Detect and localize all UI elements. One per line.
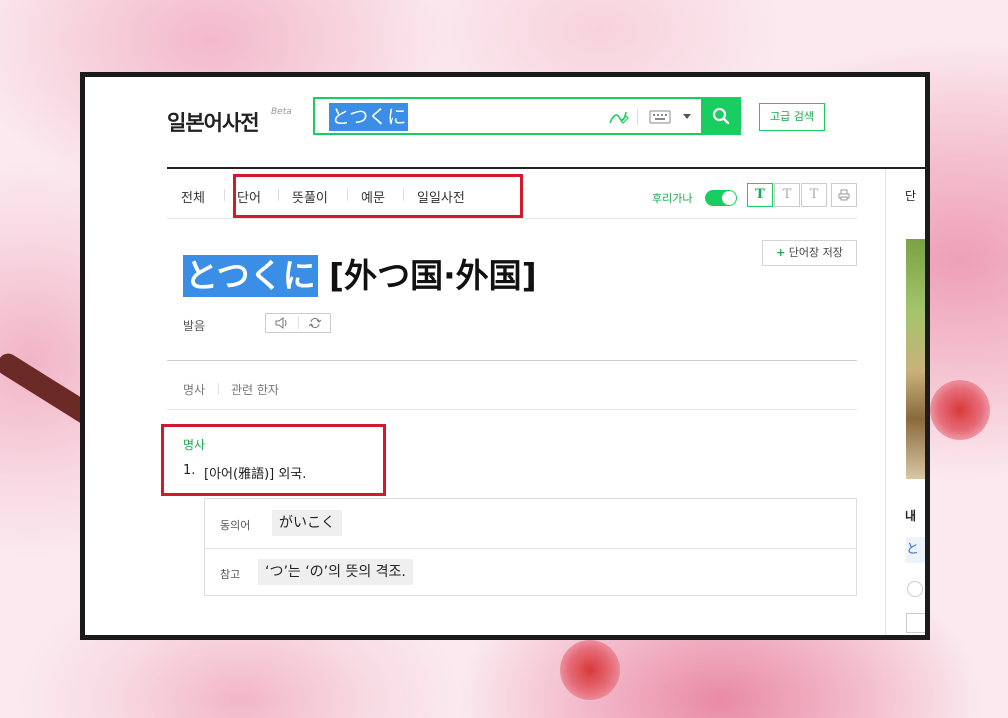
entry-kanji: [外つ国·外国] <box>329 256 537 295</box>
tab-all[interactable]: 전체 <box>181 187 205 206</box>
repeat-icon[interactable] <box>308 317 322 329</box>
definition-annotation-box <box>161 424 386 496</box>
entry-divider <box>167 360 857 361</box>
subnav-noun[interactable]: 명사 <box>183 381 205 398</box>
save-to-wordbook-label: 단어장 저장 <box>788 246 843 259</box>
header-divider <box>167 167 925 169</box>
search-icon <box>712 107 730 125</box>
right-panel-heading: 단 <box>905 189 917 203</box>
right-panel-radio[interactable] <box>907 581 923 597</box>
furigana-label: 후리가나 <box>652 192 693 205</box>
speaker-icon[interactable] <box>275 317 289 329</box>
synonym-chip[interactable]: がいこく <box>272 510 342 536</box>
advanced-search-button[interactable]: 고급 검색 <box>759 103 825 131</box>
column-divider <box>885 169 886 635</box>
blossom-center <box>560 640 620 700</box>
font-size-large-button[interactable]: T <box>801 183 827 207</box>
search-button[interactable] <box>701 97 741 135</box>
subnav-related-kanji[interactable]: 관련 한자 <box>231 381 279 398</box>
furigana-toggle[interactable] <box>705 190 737 206</box>
subnav-separator <box>218 383 219 394</box>
chevron-down-icon[interactable] <box>681 110 693 122</box>
reference-text: ‘つ’는 ‘の’의 뜻의 격조. <box>258 559 413 585</box>
pronunciation-controls <box>265 313 331 333</box>
right-panel-word-chip[interactable]: と <box>906 537 925 563</box>
save-to-wordbook-button[interactable]: + 단어장 저장 <box>762 240 857 266</box>
right-panel-section-title: 내 <box>905 509 917 523</box>
search-box: とつくに <box>313 97 741 135</box>
handwriting-icon[interactable] <box>607 107 629 127</box>
ad-image[interactable] <box>906 239 925 479</box>
tabs-annotation-box <box>233 174 523 218</box>
plus-icon: + <box>776 246 786 259</box>
related-row-separator <box>205 548 856 549</box>
reference-label: 참고 <box>220 568 241 581</box>
blossom-center <box>930 380 990 440</box>
search-divider <box>637 109 638 125</box>
dictionary-logo[interactable]: 일본어사전 <box>167 107 260 137</box>
synonym-label: 동의어 <box>220 519 251 532</box>
font-size-small-button[interactable]: T <box>747 183 773 207</box>
tabs-divider <box>167 218 857 219</box>
pronunciation-separator <box>298 317 299 329</box>
browser-window: 일본어사전 Beta とつくに 고급 검색 전체 단어 뜻풀이 예문 일일사전 … <box>80 72 930 640</box>
subnav-divider <box>167 409 857 410</box>
font-size-medium-button[interactable]: T <box>774 183 800 207</box>
tab-separator <box>224 189 225 201</box>
print-button[interactable] <box>831 183 857 207</box>
search-input-selection: とつくに <box>329 103 409 131</box>
print-icon <box>838 189 850 201</box>
entry-headword: とつくに <box>183 255 318 297</box>
pronunciation-label: 발음 <box>183 319 206 333</box>
related-words-box: 동의어 がいこく 참고 ‘つ’는 ‘の’의 뜻의 격조. <box>204 498 857 596</box>
right-panel-input[interactable] <box>906 613 925 633</box>
keyboard-icon[interactable] <box>649 109 671 125</box>
beta-badge: Beta <box>271 107 292 117</box>
